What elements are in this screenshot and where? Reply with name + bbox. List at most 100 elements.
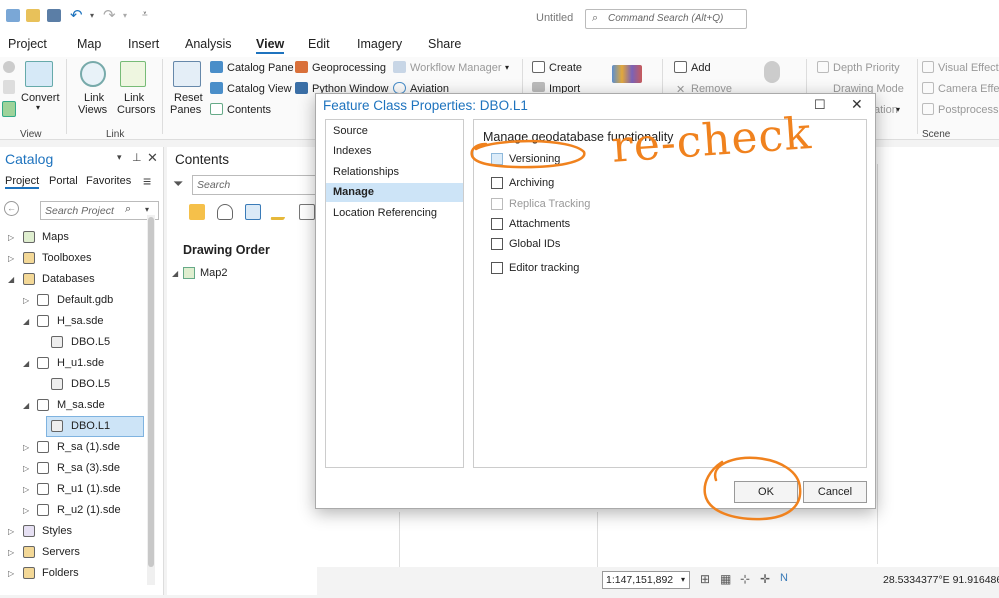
tree-item-h-u1-sde[interactable]: H_u1.sde <box>57 357 104 369</box>
attachments-label[interactable]: Attachments <box>509 218 570 230</box>
tree-item-dbo-l1[interactable]: DBO.L1 <box>71 420 110 432</box>
filter-icon[interactable]: ⏷ <box>173 176 183 192</box>
list-by-editing-icon[interactable] <box>270 204 290 220</box>
create-button[interactable]: Create <box>549 62 582 74</box>
tree-item-default-gdb[interactable]: Default.gdb <box>57 294 113 306</box>
ation-button[interactable]: ation <box>874 104 898 116</box>
add-button[interactable]: Add <box>691 62 711 74</box>
chevron-down-icon[interactable]: ▾ <box>145 205 149 214</box>
editor-tracking-checkbox[interactable] <box>491 262 503 274</box>
archiving-checkbox[interactable] <box>491 177 503 189</box>
map-small-icon[interactable] <box>3 80 15 94</box>
tree-item-m-sa-sde[interactable]: M_sa.sde <box>57 399 105 411</box>
convert-icon[interactable] <box>25 61 53 87</box>
pin-icon[interactable]: ⊥ <box>132 151 142 164</box>
tree-item-dbo-l5-2[interactable]: DBO.L5 <box>71 378 110 390</box>
list-by-selection-icon[interactable] <box>245 204 261 220</box>
tree-item-servers[interactable]: Servers <box>42 546 80 558</box>
north-arrow-icon[interactable]: N <box>780 572 788 584</box>
list-by-source-icon[interactable] <box>217 204 233 220</box>
expand-arrow-icon[interactable]: ▷ <box>23 464 29 473</box>
depth-priority-button[interactable]: Depth Priority <box>833 62 900 74</box>
archiving-label[interactable]: Archiving <box>509 177 554 189</box>
chevron-down-icon[interactable]: ▾ <box>681 575 685 584</box>
tab-imagery[interactable]: Imagery <box>357 37 402 51</box>
list-by-snapping-icon[interactable] <box>299 204 315 220</box>
link-views-line1[interactable]: Link <box>84 92 104 104</box>
globe-icon[interactable] <box>3 61 15 73</box>
collapse-arrow-icon[interactable]: ◢ <box>172 269 178 278</box>
catalog-search-input[interactable]: Search Project ⌕ ▾ <box>40 201 159 220</box>
tab-view[interactable]: View <box>256 37 285 54</box>
chevron-down-icon[interactable]: ▾ <box>896 105 900 114</box>
collapse-arrow-icon[interactable]: ◢ <box>23 317 29 326</box>
link-cursors-icon[interactable] <box>120 61 146 87</box>
crosshair-icon[interactable]: ✛ <box>760 572 770 586</box>
tab-analysis[interactable]: Analysis <box>185 37 232 51</box>
tree-item-r-sa-1-sde[interactable]: R_sa (1).sde <box>57 441 120 453</box>
expand-arrow-icon[interactable]: ▷ <box>8 527 14 536</box>
contents-search-input[interactable]: Search <box>192 175 317 195</box>
nav-manage[interactable]: Manage <box>326 183 463 202</box>
attachments-checkbox[interactable] <box>491 218 503 230</box>
collapse-arrow-icon[interactable]: ◢ <box>23 359 29 368</box>
undo-icon[interactable]: ↶ <box>70 6 83 24</box>
catalog-tab-portal[interactable]: Portal <box>49 175 78 187</box>
measure-icon[interactable]: ⊹ <box>740 572 750 586</box>
expand-arrow-icon[interactable]: ▷ <box>23 443 29 452</box>
tree-item-r-u2-1-sde[interactable]: R_u2 (1).sde <box>57 504 121 516</box>
link-views-line2[interactable]: Views <box>78 104 107 116</box>
scale-selector[interactable]: 1:147,151,892 ▾ <box>602 571 690 589</box>
back-icon[interactable]: ← <box>4 201 19 216</box>
grid-icon[interactable]: ⊞ <box>700 572 710 586</box>
workflow-manager-button[interactable]: Workflow Manager <box>410 62 502 74</box>
collapse-arrow-icon[interactable]: ◢ <box>23 401 29 410</box>
customize-qat-icon[interactable]: ⩡ <box>142 9 148 20</box>
reset-panes-line2[interactable]: Panes <box>170 104 201 116</box>
global-ids-checkbox[interactable] <box>491 238 503 250</box>
undo-dropdown-icon[interactable]: ▾ <box>90 11 94 20</box>
map-view-icon[interactable] <box>2 101 16 117</box>
nav-indexes[interactable]: Indexes <box>326 142 463 161</box>
convert-button[interactable]: Convert <box>21 92 60 104</box>
tab-share[interactable]: Share <box>428 37 461 51</box>
tree-item-folders[interactable]: Folders <box>42 567 79 579</box>
command-search-input[interactable]: ⌕ Command Search (Alt+Q) <box>585 9 747 29</box>
expand-arrow-icon[interactable]: ▷ <box>8 548 14 557</box>
save-icon[interactable] <box>47 9 61 22</box>
link-views-icon[interactable] <box>80 61 106 87</box>
collapse-arrow-icon[interactable]: ◢ <box>8 275 14 284</box>
postprocessing-button[interactable]: Postprocessin <box>938 104 999 116</box>
cancel-button[interactable]: Cancel <box>803 481 867 503</box>
new-project-icon[interactable] <box>6 9 20 22</box>
catalog-tab-project[interactable]: Project <box>5 175 40 189</box>
expand-arrow-icon[interactable]: ▷ <box>8 569 14 578</box>
pane-options-icon[interactable]: ▾ <box>117 152 122 163</box>
visual-effect-button[interactable]: Visual Effect <box>938 62 999 74</box>
contents-map-item[interactable]: Map2 <box>200 267 228 279</box>
expand-arrow-icon[interactable]: ▷ <box>23 296 29 305</box>
tree-item-toolboxes[interactable]: Toolboxes <box>42 252 92 264</box>
redo-icon[interactable]: ↷ <box>103 6 116 24</box>
catalog-tab-favorites[interactable]: Favorites <box>86 175 131 187</box>
nav-relationships[interactable]: Relationships <box>326 163 463 182</box>
list-by-drawing-order-icon[interactable] <box>189 204 205 220</box>
geoprocessing-button[interactable]: Geoprocessing <box>312 62 386 74</box>
editor-tracking-label[interactable]: Editor tracking <box>509 262 579 274</box>
menu-icon[interactable]: ≡ <box>143 173 151 189</box>
tab-insert[interactable]: Insert <box>128 37 159 51</box>
tree-item-styles[interactable]: Styles <box>42 525 72 537</box>
tree-item-h-sa-sde[interactable]: H_sa.sde <box>57 315 103 327</box>
link-cursors-line1[interactable]: Link <box>124 92 144 104</box>
tree-item-r-sa-3-sde[interactable]: R_sa (3).sde <box>57 462 120 474</box>
expand-arrow-icon[interactable]: ▷ <box>23 485 29 494</box>
open-folder-icon[interactable] <box>26 9 40 22</box>
catalog-view-button[interactable]: Catalog View <box>227 83 292 95</box>
expand-arrow-icon[interactable]: ▷ <box>23 506 29 515</box>
map-pin-icon[interactable] <box>764 61 780 83</box>
chevron-down-icon[interactable]: ▾ <box>36 103 40 112</box>
reset-panes-icon[interactable] <box>173 61 201 87</box>
nav-location-referencing[interactable]: Location Referencing <box>326 204 463 223</box>
contents-button[interactable]: Contents <box>227 104 271 116</box>
expand-arrow-icon[interactable]: ▷ <box>8 254 14 263</box>
